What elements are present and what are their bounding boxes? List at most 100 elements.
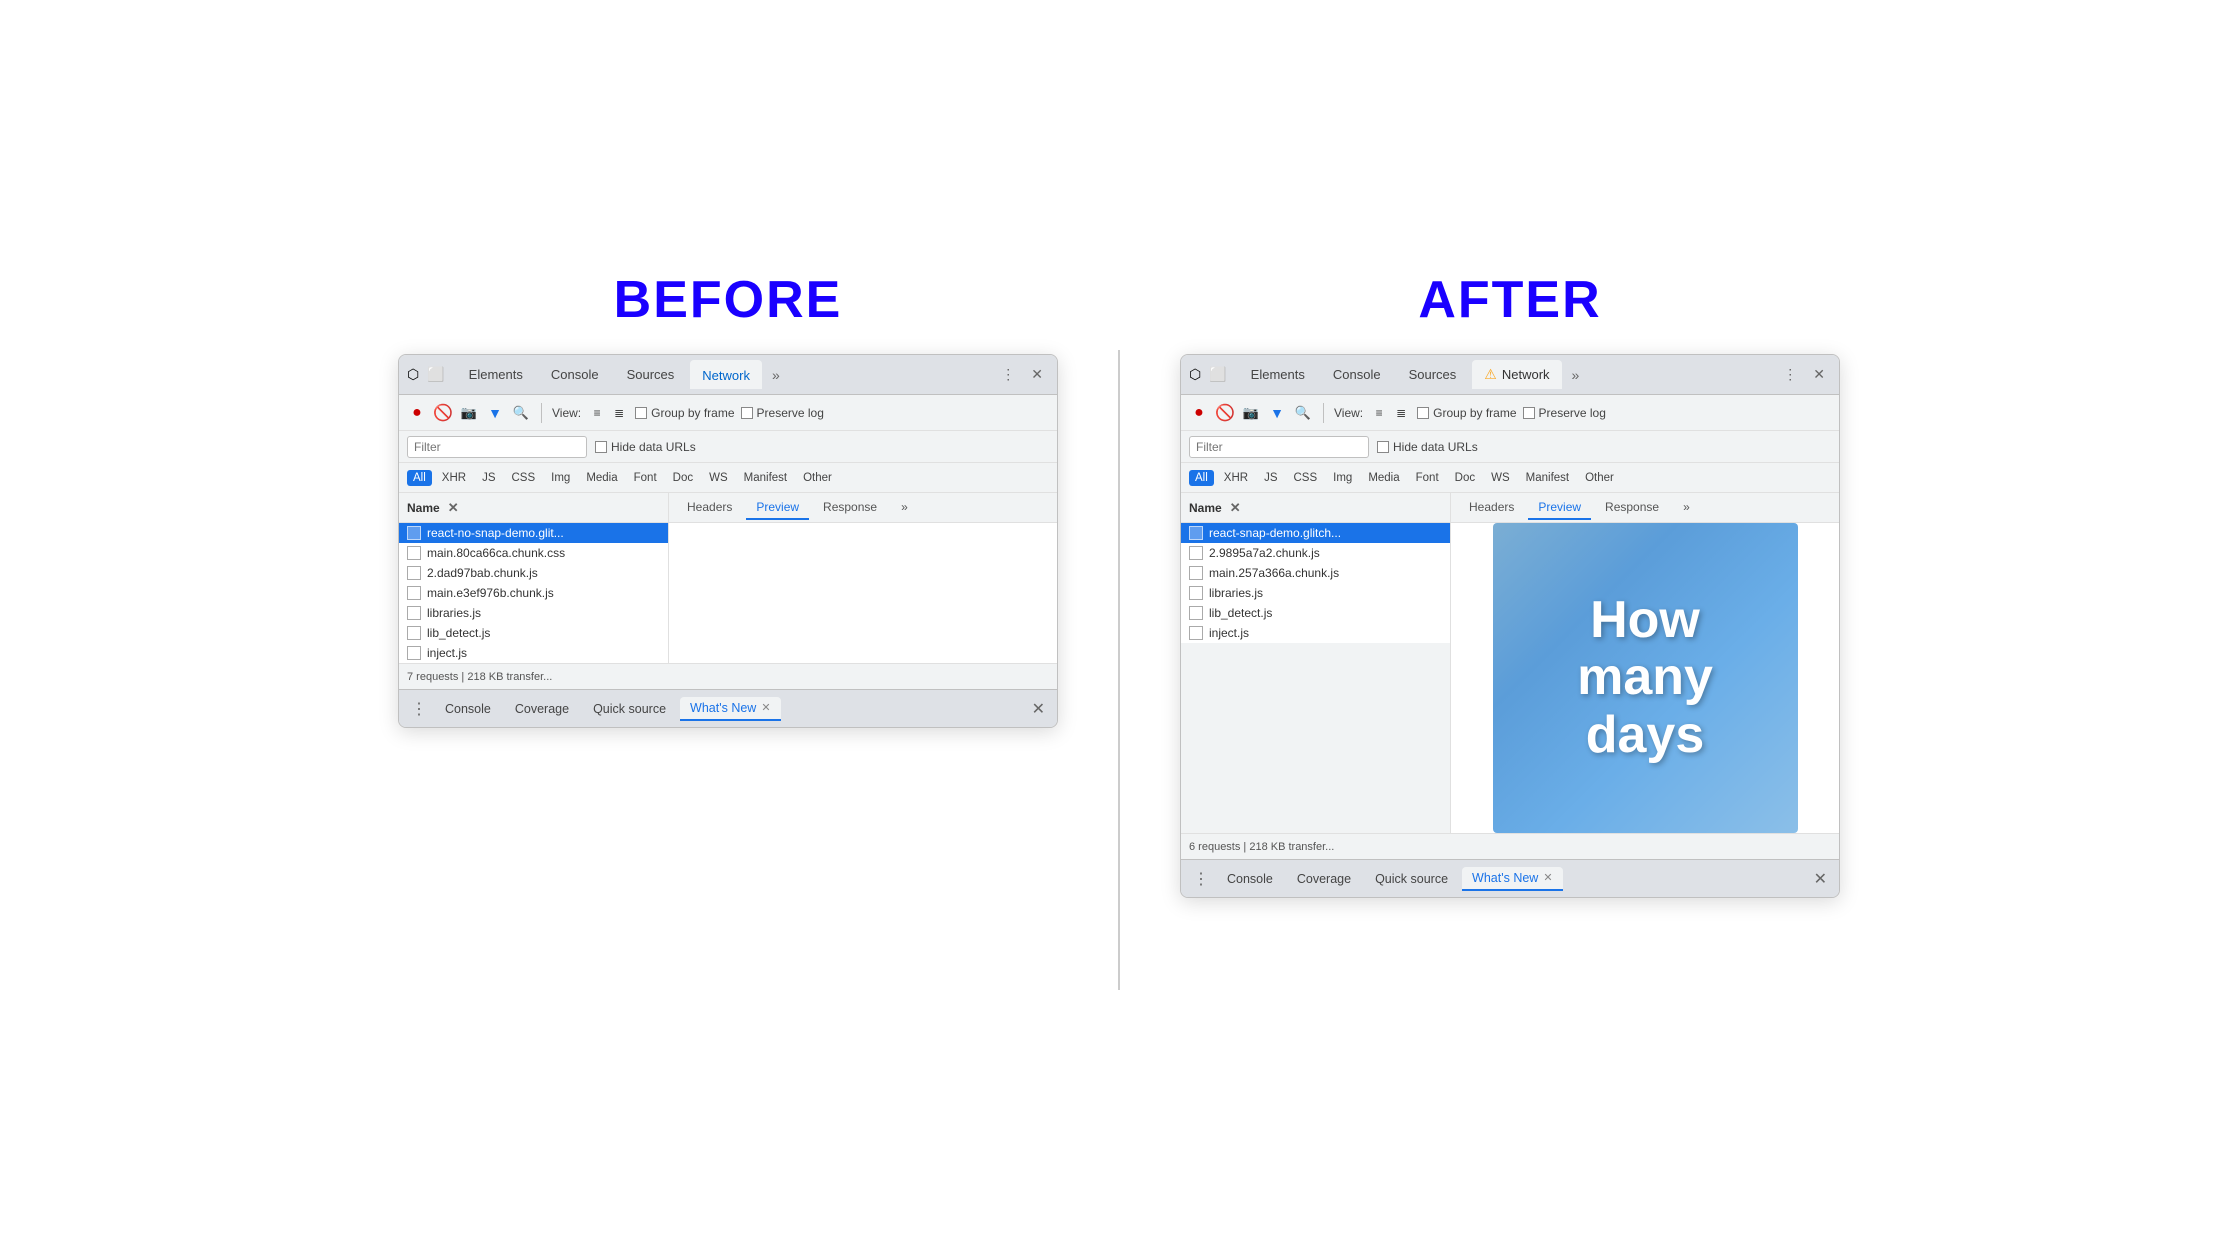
after-resource-manifest[interactable]: Manifest: [1520, 470, 1575, 486]
before-drawer-whats-new[interactable]: What's New ✕: [680, 697, 781, 721]
before-drawer-menu[interactable]: ⋮: [407, 697, 431, 721]
after-filter-icon[interactable]: ▼: [1267, 403, 1287, 423]
after-cursor-icon[interactable]: ⬡: [1189, 366, 1201, 383]
after-file-item-5[interactable]: inject.js: [1181, 623, 1450, 643]
after-tab-more2[interactable]: »: [1673, 496, 1700, 520]
before-drawer-tab-close[interactable]: ✕: [761, 701, 770, 714]
after-view-dense[interactable]: ≡: [1369, 403, 1389, 423]
after-drawer-tab-close[interactable]: ✕: [1543, 871, 1552, 884]
before-camera-btn[interactable]: 📷: [459, 403, 479, 423]
after-resource-media[interactable]: Media: [1362, 470, 1405, 486]
after-hide-checkbox[interactable]: [1377, 441, 1389, 453]
after-header-close[interactable]: ✕: [1230, 500, 1241, 516]
before-preserve-checkbox[interactable]: [741, 407, 753, 419]
after-drawer-close-btn[interactable]: ✕: [1810, 867, 1831, 891]
after-panel-close[interactable]: ✕: [1807, 364, 1831, 385]
before-drawer-quick-source[interactable]: Quick source: [583, 698, 676, 720]
after-file-item-0[interactable]: react-snap-demo.glitch...: [1181, 523, 1450, 543]
before-header-close[interactable]: ✕: [448, 500, 459, 516]
after-resource-css[interactable]: CSS: [1287, 470, 1323, 486]
after-resource-img[interactable]: Img: [1327, 470, 1358, 486]
after-search-icon[interactable]: 🔍: [1293, 403, 1313, 423]
before-resource-all[interactable]: All: [407, 470, 432, 486]
after-resource-xhr[interactable]: XHR: [1218, 470, 1254, 486]
before-file-item-4[interactable]: libraries.js: [399, 603, 668, 623]
after-filter-input[interactable]: [1189, 436, 1369, 458]
before-tab-more[interactable]: »: [766, 363, 786, 387]
before-file-item-6[interactable]: inject.js: [399, 643, 668, 663]
after-camera-btn[interactable]: 📷: [1241, 403, 1261, 423]
before-view-normal[interactable]: ≣: [609, 403, 629, 423]
before-preserve-log[interactable]: Preserve log: [741, 406, 824, 420]
before-resource-js[interactable]: JS: [476, 470, 501, 486]
before-tab-sources[interactable]: Sources: [615, 361, 687, 388]
after-preserve-log[interactable]: Preserve log: [1523, 406, 1606, 420]
before-file-item-5[interactable]: lib_detect.js: [399, 623, 668, 643]
before-group-checkbox[interactable]: [635, 407, 647, 419]
after-file-item-1[interactable]: 2.9895a7a2.chunk.js: [1181, 543, 1450, 563]
before-resource-manifest[interactable]: Manifest: [738, 470, 793, 486]
before-hide-checkbox[interactable]: [595, 441, 607, 453]
after-drawer-whats-new[interactable]: What's New ✕: [1462, 867, 1563, 891]
before-file-item-0[interactable]: react-no-snap-demo.glit...: [399, 523, 668, 543]
after-drawer-menu[interactable]: ⋮: [1189, 867, 1213, 891]
after-resource-doc[interactable]: Doc: [1449, 470, 1481, 486]
before-resource-font[interactable]: Font: [628, 470, 663, 486]
before-resource-doc[interactable]: Doc: [667, 470, 699, 486]
after-resource-js[interactable]: JS: [1258, 470, 1283, 486]
before-file-item-3[interactable]: main.e3ef976b.chunk.js: [399, 583, 668, 603]
before-tab-elements[interactable]: Elements: [457, 361, 535, 388]
before-clear-btn[interactable]: 🚫: [433, 403, 453, 423]
before-resource-other[interactable]: Other: [797, 470, 838, 486]
before-filter-icon[interactable]: ▼: [485, 403, 505, 423]
before-resource-media[interactable]: Media: [580, 470, 623, 486]
before-resource-img[interactable]: Img: [545, 470, 576, 486]
after-tab-menu[interactable]: ⋮: [1777, 362, 1803, 387]
before-resource-css[interactable]: CSS: [505, 470, 541, 486]
before-file-item-1[interactable]: main.80ca66ca.chunk.css: [399, 543, 668, 563]
before-tab-headers[interactable]: Headers: [677, 496, 742, 520]
after-group-checkbox[interactable]: [1417, 407, 1429, 419]
before-tab-more2[interactable]: »: [891, 496, 918, 520]
after-resource-ws[interactable]: WS: [1485, 470, 1516, 486]
before-resource-xhr[interactable]: XHR: [436, 470, 472, 486]
before-panel-close[interactable]: ✕: [1025, 364, 1049, 385]
after-tab-network[interactable]: ⚠ Network: [1472, 360, 1561, 389]
after-resource-all[interactable]: All: [1189, 470, 1214, 486]
mobile-icon[interactable]: ⬜: [427, 366, 444, 383]
after-record-btn[interactable]: ●: [1189, 403, 1209, 423]
after-drawer-coverage[interactable]: Coverage: [1287, 868, 1361, 890]
cursor-icon[interactable]: ⬡: [407, 366, 419, 383]
before-hide-data-urls[interactable]: Hide data URLs: [595, 440, 696, 454]
after-tab-response[interactable]: Response: [1595, 496, 1669, 520]
before-tab-preview[interactable]: Preview: [746, 496, 809, 520]
after-file-item-4[interactable]: lib_detect.js: [1181, 603, 1450, 623]
after-file-item-3[interactable]: libraries.js: [1181, 583, 1450, 603]
after-resource-font[interactable]: Font: [1410, 470, 1445, 486]
before-tab-console[interactable]: Console: [539, 361, 611, 388]
after-tab-console[interactable]: Console: [1321, 361, 1393, 388]
before-record-btn[interactable]: ●: [407, 403, 427, 423]
before-tab-response[interactable]: Response: [813, 496, 887, 520]
after-tab-headers[interactable]: Headers: [1459, 496, 1524, 520]
after-tab-more[interactable]: »: [1566, 363, 1586, 387]
before-drawer-coverage[interactable]: Coverage: [505, 698, 579, 720]
before-drawer-close-btn[interactable]: ✕: [1028, 697, 1049, 721]
after-clear-btn[interactable]: 🚫: [1215, 403, 1235, 423]
before-tab-network[interactable]: Network: [690, 360, 762, 389]
before-search-icon[interactable]: 🔍: [511, 403, 531, 423]
after-drawer-console[interactable]: Console: [1217, 868, 1283, 890]
after-mobile-icon[interactable]: ⬜: [1209, 366, 1226, 383]
after-drawer-quick-source[interactable]: Quick source: [1365, 868, 1458, 890]
after-resource-other[interactable]: Other: [1579, 470, 1620, 486]
before-view-dense[interactable]: ≡: [587, 403, 607, 423]
before-group-by-frame[interactable]: Group by frame: [635, 406, 734, 420]
after-view-normal[interactable]: ≣: [1391, 403, 1411, 423]
before-drawer-console[interactable]: Console: [435, 698, 501, 720]
after-group-by-frame[interactable]: Group by frame: [1417, 406, 1516, 420]
before-file-item-2[interactable]: 2.dad97bab.chunk.js: [399, 563, 668, 583]
after-tab-preview[interactable]: Preview: [1528, 496, 1591, 520]
after-tab-sources[interactable]: Sources: [1397, 361, 1469, 388]
after-preserve-checkbox[interactable]: [1523, 407, 1535, 419]
after-file-item-2[interactable]: main.257a366a.chunk.js: [1181, 563, 1450, 583]
